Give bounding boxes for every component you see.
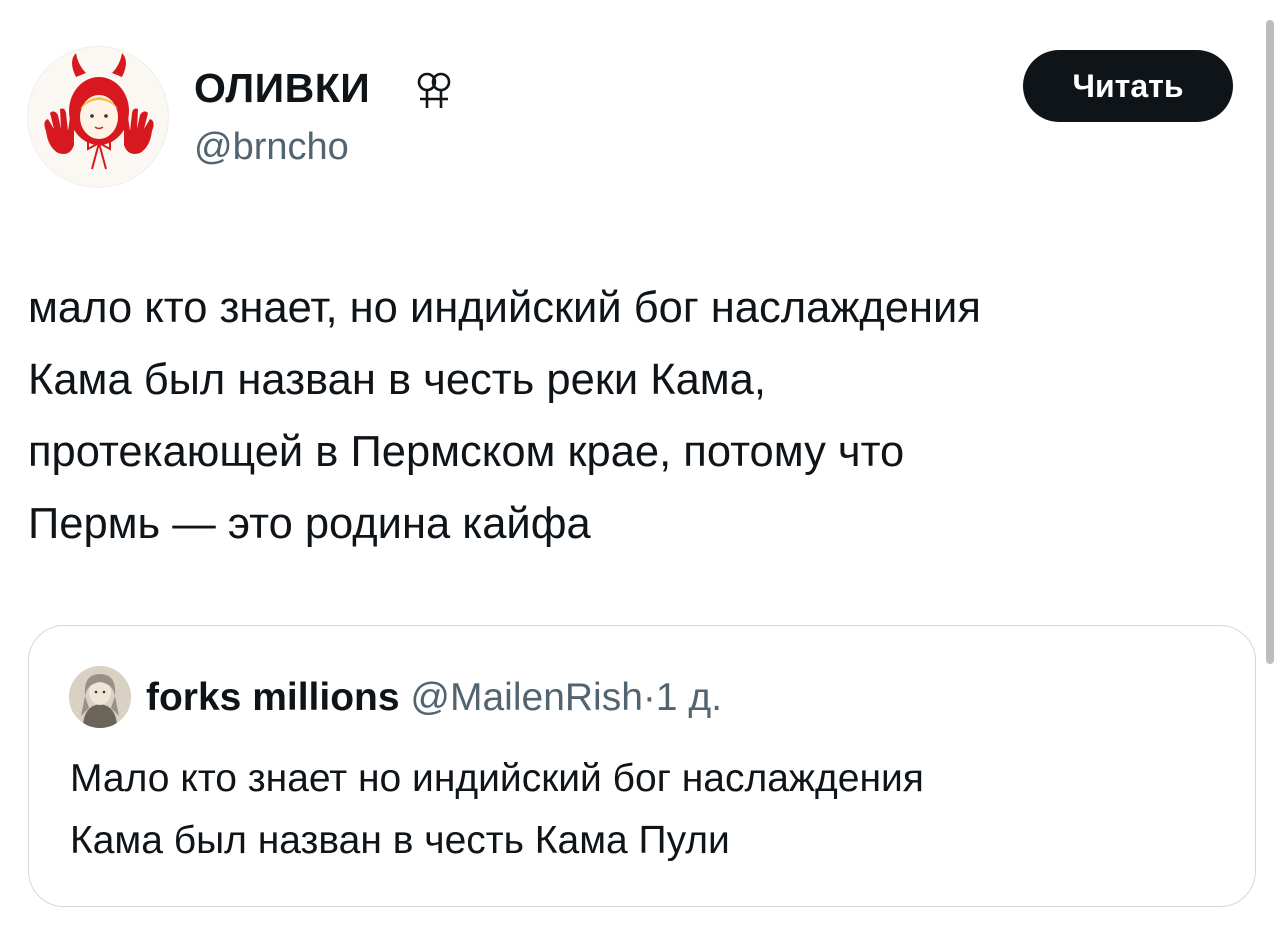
scrollbar[interactable]	[1266, 20, 1274, 664]
double-venus-icon	[417, 72, 451, 108]
quoted-timestamp[interactable]: 1 д.	[656, 676, 722, 719]
sketch-portrait-avatar-icon	[69, 666, 131, 728]
author-handle[interactable]: @brncho	[194, 122, 349, 172]
author-display-name[interactable]: ОЛИВКИ	[194, 62, 370, 114]
quoted-author-avatar[interactable]	[69, 666, 131, 728]
quoted-author-handle[interactable]: @MailenRish	[410, 676, 643, 719]
quoted-author-name[interactable]: forks millions	[146, 676, 400, 719]
red-devil-hood-avatar-icon	[44, 53, 154, 170]
quoted-separator: ·	[642, 676, 656, 719]
follow-button[interactable]: Читать	[1023, 50, 1233, 122]
author-avatar[interactable]	[27, 46, 169, 188]
tweet-text: мало кто знает, но индийский бог наслажд…	[28, 284, 981, 548]
quoted-tweet-card[interactable]: forks millions @MailenRish·1 д. Мало кто…	[28, 625, 1256, 907]
tweet-view: ОЛИВКИ @brncho Читать мало кто знает, но…	[0, 0, 1284, 941]
quoted-tweet-header: forks millions @MailenRish·1 д.	[146, 670, 722, 726]
quoted-tweet-text: Мало кто знает но индийский бог наслажде…	[70, 757, 924, 862]
